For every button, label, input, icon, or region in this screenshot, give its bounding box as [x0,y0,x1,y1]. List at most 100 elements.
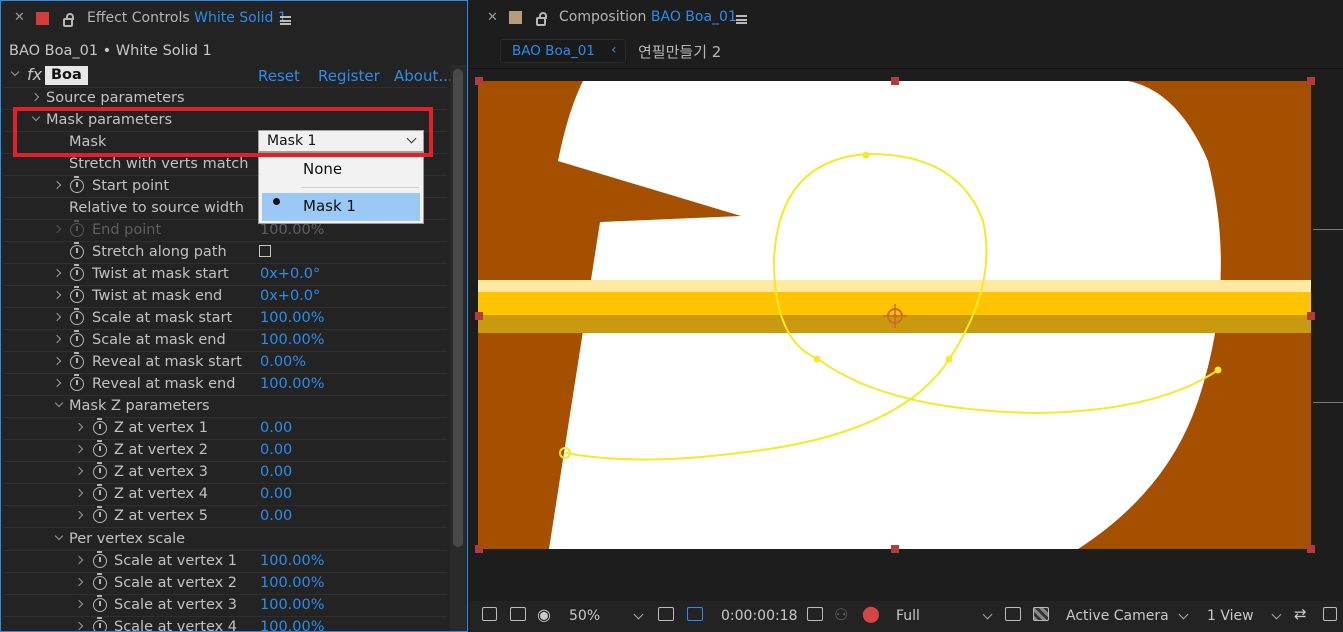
layer-handle[interactable] [1307,77,1315,85]
layer-handle[interactable] [891,545,899,553]
stopwatch-icon[interactable] [70,330,84,347]
label-color-swatch[interactable] [509,11,522,24]
chevron-right-icon[interactable] [74,621,84,631]
mask-option-none[interactable]: None [303,160,342,178]
about-link[interactable]: About... [394,67,453,85]
stopwatch-icon[interactable] [70,308,84,325]
chevron-right-icon[interactable] [52,180,62,190]
stopwatch-icon[interactable] [93,595,107,612]
twist-end-row[interactable]: Twist at mask end 0x+0.0° [3,286,447,308]
view-layout-select[interactable]: 1 View [1207,608,1254,624]
reset-link[interactable]: Reset [258,67,300,85]
current-time-display[interactable]: 0:00:00:18 [721,608,798,624]
register-link[interactable]: Register [318,67,380,85]
scrollbar-thumb[interactable] [453,69,463,547]
z-vertex-5-row[interactable]: Z at vertex 5 0.00 [3,506,447,528]
chevron-right-icon[interactable] [30,92,40,102]
panel-menu-icon[interactable] [280,16,291,25]
twist-start-row[interactable]: Twist at mask start 0x+0.0° [3,264,447,286]
stopwatch-icon[interactable] [93,418,107,435]
scale-vertex-3-row[interactable]: Scale at vertex 3 100.00% [3,595,447,617]
layer-handle[interactable] [1307,545,1315,553]
stopwatch-icon[interactable] [70,242,84,259]
stopwatch-icon[interactable] [70,286,84,303]
z-vertex-4-row[interactable]: Z at vertex 4 0.00 [3,484,447,506]
mask-path-toggle-icon[interactable] [687,607,703,621]
reveal-start-row[interactable]: Reveal at mask start 0.00% [3,352,447,374]
label-color-swatch[interactable] [36,12,49,25]
chevron-down-icon[interactable] [54,531,64,541]
resolution-select[interactable]: Full [896,608,920,624]
composition-viewer[interactable] [478,81,1311,549]
chevron-right-icon[interactable] [52,378,62,388]
z-vertex-3-value[interactable]: 0.00 [260,464,292,480]
scale-vertex-4-row[interactable]: Scale at vertex 4 100.00% [3,617,447,631]
panel-menu-icon[interactable] [736,15,747,24]
camera-select[interactable]: Active Camera [1066,608,1169,624]
always-preview-icon[interactable] [482,607,497,621]
z-vertex-2-value[interactable]: 0.00 [260,442,292,458]
chevron-right-icon[interactable] [74,577,84,587]
scale-vertex-3-value[interactable]: 100.00% [260,597,325,613]
stretch-path-checkbox[interactable] [259,245,271,257]
reveal-start-value[interactable]: 0.00% [260,354,306,370]
scale-start-value[interactable]: 100.00% [260,310,325,326]
stopwatch-icon[interactable] [93,506,107,523]
reveal-end-row[interactable]: Reveal at mask end 100.00% [3,374,447,396]
stopwatch-icon[interactable] [93,617,107,631]
mask-z-parameters-row[interactable]: Mask Z parameters [3,396,447,418]
effect-controls-tab-title[interactable]: Effect Controls White Solid 1 [87,10,287,26]
chevron-right-icon[interactable] [52,268,62,278]
stopwatch-icon[interactable] [93,573,107,590]
lock-icon[interactable] [63,13,74,27]
chevron-right-icon[interactable] [52,312,62,322]
scale-vertex-2-value[interactable]: 100.00% [260,575,325,591]
chevron-right-icon[interactable] [52,356,62,366]
toggle-view-icon[interactable]: ⇄ [1294,605,1307,623]
stopwatch-icon[interactable] [70,176,84,193]
chevron-right-icon[interactable] [74,444,84,454]
monitor-icon[interactable] [510,607,526,621]
per-vertex-scale-row[interactable]: Per vertex scale [3,529,447,551]
stopwatch-icon[interactable] [93,484,107,501]
z-vertex-3-row[interactable]: Z at vertex 3 0.00 [3,462,447,484]
scale-end-row[interactable]: Scale at mask end 100.00% [3,330,447,352]
effect-name[interactable]: Boa [45,66,88,85]
scale-end-value[interactable]: 100.00% [260,332,325,348]
transparency-grid-icon[interactable] [1033,607,1049,621]
layer-handle[interactable] [891,77,899,85]
scale-vertex-1-value[interactable]: 100.00% [260,553,325,569]
z-vertex-5-value[interactable]: 0.00 [260,508,292,524]
resolution-grid-icon[interactable] [658,607,674,621]
chevron-down-icon[interactable] [54,398,64,408]
chevron-right-icon[interactable] [74,422,84,432]
zoom-select[interactable]: 50% [569,608,600,624]
fx-icon[interactable]: fx [27,65,42,84]
chevron-right-icon[interactable] [74,488,84,498]
region-of-interest-icon[interactable] [1005,607,1021,621]
stopwatch-icon[interactable] [70,374,84,391]
layer-handle[interactable] [1307,312,1315,320]
stopwatch-icon[interactable] [93,440,107,457]
close-tab-icon[interactable]: ✕ [14,10,25,25]
z-vertex-2-row[interactable]: Z at vertex 2 0.00 [3,440,447,462]
scale-start-row[interactable]: Scale at mask start 100.00% [3,308,447,330]
reset-exposure-icon[interactable] [1323,607,1337,621]
z-vertex-4-value[interactable]: 0.00 [260,486,292,502]
composition-tab-title[interactable]: Composition BAO Boa_01 [559,9,737,25]
breadcrumb-active-comp[interactable]: BAO Boa_01 ‹ [500,39,626,63]
lock-icon[interactable] [536,12,547,26]
breadcrumb-next-comp[interactable]: 연필만들기 2 [638,41,721,62]
stopwatch-icon[interactable] [93,551,107,568]
chevron-right-icon[interactable] [74,510,84,520]
mask-option-mask-1[interactable]: Mask 1 [303,197,356,215]
channel-rgb-icon[interactable]: ⬤ [862,604,880,623]
chevron-down-icon[interactable] [10,67,20,77]
stopwatch-icon[interactable] [70,264,84,281]
chevron-right-icon[interactable] [74,555,84,565]
reveal-end-value[interactable]: 100.00% [260,376,325,392]
chevron-right-icon[interactable] [74,599,84,609]
twist-start-value[interactable]: 0x+0.0° [260,266,320,282]
effect-header-row[interactable]: fx Boa Reset Register About... [3,65,453,88]
twist-end-value[interactable]: 0x+0.0° [260,288,320,304]
